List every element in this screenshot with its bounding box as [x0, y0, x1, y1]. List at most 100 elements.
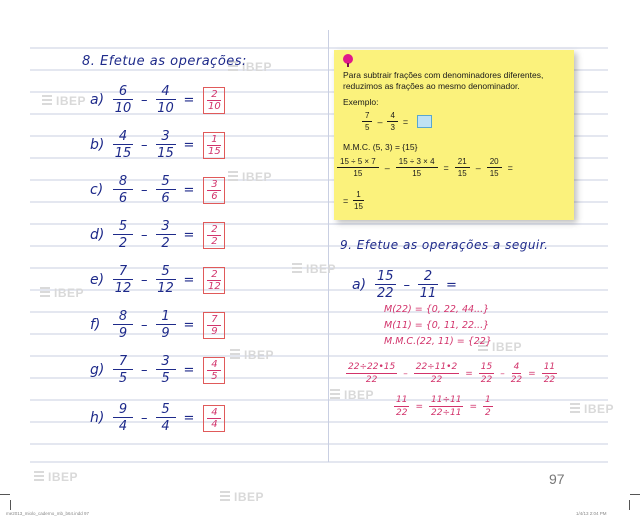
- q8-heading: 8. Efetue as operações:: [82, 54, 247, 69]
- answer-box: 45: [203, 356, 226, 384]
- answer-denominator: 9: [211, 325, 218, 337]
- fraction: 3 15: [153, 129, 179, 161]
- denominator: 22: [365, 375, 378, 385]
- denominator: 4: [118, 419, 128, 434]
- answer-box: 44: [203, 404, 226, 432]
- fraction: 11 22: [540, 361, 559, 386]
- equals-sign: =: [465, 368, 473, 379]
- denominator: 5: [161, 371, 170, 386]
- answer-square: [417, 115, 433, 128]
- mmc-line: M.M.C.(22, 11) = {22}: [384, 336, 492, 347]
- center-margin-line: [328, 30, 329, 462]
- fraction: 4 15: [110, 129, 136, 161]
- equals-sign: =: [507, 162, 513, 173]
- minus-sign: –: [141, 272, 148, 288]
- q8-item: e) 7 12 – 5 12 = 2 12: [90, 257, 226, 303]
- fraction: 1 15: [353, 189, 364, 212]
- answer-box: 2 10: [203, 86, 226, 114]
- minus-sign: –: [377, 116, 383, 127]
- fraction: 15 22: [372, 269, 399, 301]
- numerator: 6: [113, 84, 133, 100]
- numerator: 7: [113, 264, 133, 280]
- numerator: 3: [155, 129, 176, 145]
- q8-item: f) 89 – 19 = 79: [90, 302, 226, 348]
- numerator: 4: [155, 84, 176, 100]
- item-label: b): [90, 137, 105, 153]
- equals-sign: =: [183, 227, 195, 243]
- item-label: e): [90, 272, 105, 288]
- answer-box: 36: [203, 176, 226, 204]
- denominator: 11: [419, 286, 437, 301]
- fraction: 75: [362, 110, 373, 133]
- numerator: 11: [541, 362, 558, 374]
- denominator: 22: [430, 375, 443, 385]
- item-label: a): [352, 277, 367, 293]
- denominator: 15: [412, 169, 422, 178]
- watermark-logo: IBEP: [230, 348, 274, 362]
- answer-numerator: 1: [207, 134, 222, 146]
- solution-result: = 1 15: [343, 189, 364, 212]
- minus-sign: –: [403, 277, 411, 293]
- fraction: 15 ÷ 5 × 7 15: [336, 156, 380, 179]
- answer-numerator: 2: [207, 89, 222, 101]
- answer-numerator: 4: [207, 359, 222, 371]
- denominator: 9: [118, 326, 128, 341]
- numerator: 5: [155, 264, 176, 280]
- equals-sign: =: [183, 362, 195, 378]
- answer-denominator: 4: [211, 418, 218, 430]
- minus-sign: –: [141, 410, 148, 426]
- answer-numerator: 2: [207, 224, 222, 236]
- denominator: 5: [365, 123, 370, 132]
- denominator: 15: [114, 146, 132, 161]
- equals-sign: =: [183, 410, 195, 426]
- fraction: 52: [110, 219, 136, 251]
- minus-sign: –: [141, 92, 148, 108]
- numerator: 4: [387, 110, 398, 122]
- denominator: 22: [396, 408, 408, 418]
- equals-sign: =: [183, 272, 195, 288]
- numerator: 5: [155, 402, 176, 418]
- denominator: 15: [457, 169, 467, 178]
- answer-denominator: 2: [211, 235, 218, 247]
- denominator: 22: [377, 286, 394, 301]
- fraction: 15 22: [477, 361, 496, 386]
- equals-sign: =: [183, 92, 195, 108]
- equals-sign: =: [415, 401, 423, 412]
- fraction: 4 10: [153, 84, 179, 116]
- pushpin-icon: [343, 54, 353, 67]
- fraction: 12: [481, 394, 495, 419]
- fraction: 21 15: [454, 156, 471, 179]
- numerator: 5: [113, 219, 133, 235]
- denominator: 10: [114, 101, 132, 116]
- minus-sign: –: [141, 362, 148, 378]
- numerator: 1: [353, 189, 364, 201]
- denominator: 10: [157, 101, 174, 116]
- item-label: a): [90, 92, 105, 108]
- fraction: 22÷11•2 22: [412, 361, 461, 386]
- minus-sign: –: [141, 317, 148, 333]
- denominator: 15: [354, 202, 363, 211]
- numerator: 15: [375, 269, 396, 285]
- note-text: Para subtrair frações com denominadores …: [343, 70, 544, 91]
- numerator: 5: [155, 174, 176, 190]
- equals-sign: =: [183, 182, 195, 198]
- denominator: 6: [118, 191, 128, 206]
- q9-simplify-row: 11 22 = 11÷11 22÷11 = 12: [392, 394, 495, 419]
- item-label: h): [90, 410, 105, 426]
- fraction: 35: [153, 354, 179, 386]
- denominator: 4: [161, 419, 170, 434]
- denominator: 22÷11: [431, 408, 462, 418]
- denominator: 2: [118, 236, 128, 251]
- answer-denominator: 15: [208, 145, 221, 157]
- watermark-logo: IBEP: [40, 286, 84, 300]
- minus-sign: –: [141, 182, 148, 198]
- fraction: 54: [153, 402, 179, 434]
- denominator: 22: [510, 375, 523, 385]
- answer-numerator: 4: [207, 407, 222, 419]
- equals-sign: =: [443, 162, 449, 173]
- answer-numerator: 7: [207, 314, 222, 326]
- minus-sign: –: [500, 368, 505, 379]
- answer-box: 79: [203, 311, 226, 339]
- equals-sign: =: [446, 277, 457, 293]
- example-label: Exemplo:: [343, 97, 379, 107]
